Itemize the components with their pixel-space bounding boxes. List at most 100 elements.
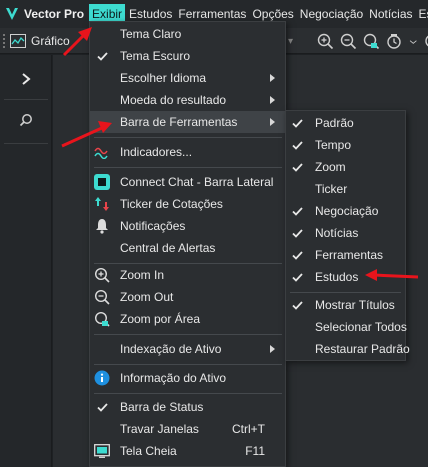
menu-item-informacao-ativo[interactable]: Informação do Ativo	[90, 367, 285, 389]
checkmark-icon	[90, 45, 114, 67]
checkmark-icon	[286, 244, 308, 266]
panel-divider	[4, 143, 48, 144]
barra-ferramentas-submenu: Padrão Tempo Zoom Ticker Negociação Notí…	[285, 110, 410, 361]
menu-item-travar-janelas[interactable]: Travar Janelas Ctrl+T	[90, 418, 285, 440]
menu-negociacao[interactable]: Negociação	[297, 4, 366, 24]
submenu-separator	[290, 292, 401, 293]
menu-item-label: Indexação de Ativo	[120, 342, 222, 356]
shortcut-label: F11	[245, 444, 265, 458]
submenu-item-label: Estudos	[315, 270, 359, 284]
submenu-arrow-icon	[270, 96, 275, 104]
menu-item-label: Barra de Ferramentas	[120, 115, 238, 129]
menu-separator	[94, 393, 282, 394]
menu-item-moeda-resultado[interactable]: Moeda do resultado	[90, 89, 285, 111]
app-name: Vector Pro	[24, 7, 85, 21]
menu-item-notificacoes[interactable]: Notificações	[90, 215, 285, 237]
exibir-dropdown-menu: Tema Claro Tema Escuro Escolher Idioma M…	[89, 21, 286, 467]
info-icon	[93, 369, 111, 387]
zoom-in-icon	[93, 266, 111, 284]
menu-item-central-alertas[interactable]: Central de Alertas	[90, 237, 285, 259]
menu-separator	[94, 167, 282, 168]
app-logo: Vector Pro	[0, 0, 88, 28]
menu-item-tema-claro[interactable]: Tema Claro	[90, 23, 285, 45]
menu-item-zoom-out[interactable]: Zoom Out	[90, 286, 285, 308]
menu-item-label: Zoom In	[120, 268, 165, 282]
submenu-item-negociacao[interactable]: Negociação	[286, 200, 405, 222]
submenu-arrow-icon	[270, 74, 275, 82]
menu-item-label: Zoom por Área	[120, 312, 201, 326]
submenu-item-label: Zoom	[315, 160, 346, 174]
menu-item-indicadores[interactable]: Indicadores...	[90, 141, 285, 163]
chevron-down-icon[interactable]	[409, 33, 418, 50]
checkmark-icon	[286, 200, 308, 222]
chevron-right-icon	[22, 73, 31, 85]
left-panel	[0, 55, 52, 467]
submenu-item-noticias[interactable]: Notícias	[286, 222, 405, 244]
submenu-item-zoom[interactable]: Zoom	[286, 156, 405, 178]
submenu-item-label: Restaurar Padrão	[315, 342, 410, 356]
submenu-item-ticker[interactable]: Ticker	[286, 178, 405, 200]
menu-item-zoom-area[interactable]: Zoom por Área	[90, 308, 285, 330]
submenu-arrow-icon	[270, 345, 275, 353]
submenu-item-label: Negociação	[315, 204, 379, 218]
menu-separator	[94, 137, 282, 138]
menu-item-label: Central de Alertas	[120, 241, 216, 255]
menu-item-label: Tela Cheia	[120, 444, 177, 458]
menu-item-label: Zoom Out	[120, 290, 174, 304]
menu-item-zoom-in[interactable]: Zoom In	[90, 264, 285, 286]
menu-item-tema-escuro[interactable]: Tema Escuro	[90, 45, 285, 67]
menu-separator	[94, 334, 282, 335]
menu-item-label: Connect Chat - Barra Lateral	[120, 175, 274, 189]
zoom-out-tool-icon[interactable]	[340, 33, 357, 50]
submenu-item-mostrar-titulos[interactable]: Mostrar Títulos	[286, 294, 405, 316]
submenu-item-tempo[interactable]: Tempo	[286, 134, 405, 156]
panel-search-button[interactable]	[0, 102, 52, 138]
toolbar-dropdown-icon[interactable]: ▾	[288, 36, 293, 47]
chart-icon	[10, 34, 26, 48]
menu-item-barra-status[interactable]: Barra de Status	[90, 396, 285, 418]
menu-separator	[94, 364, 282, 365]
menu-item-label: Travar Janelas	[120, 422, 199, 436]
submenu-item-restaurar-padrao[interactable]: Restaurar Padrão	[286, 338, 410, 360]
submenu-item-label: Ticker	[315, 182, 348, 196]
search-icon	[19, 114, 32, 127]
menu-item-label: Notificações	[120, 219, 186, 233]
zoom-area-tool-icon[interactable]	[363, 33, 380, 50]
grafico-button[interactable]: Gráfico	[10, 31, 70, 51]
checkmark-icon	[286, 134, 308, 156]
overflow-tool-icon[interactable]	[424, 33, 428, 50]
submenu-item-padrao[interactable]: Padrão	[286, 112, 405, 134]
submenu-item-label: Ferramentas	[315, 248, 384, 262]
expand-panel-button[interactable]	[0, 61, 52, 97]
checkmark-icon	[90, 396, 114, 418]
menu-item-escolher-idioma[interactable]: Escolher Idioma	[90, 67, 285, 89]
checkmark-icon	[286, 156, 308, 178]
menu-item-label: Barra de Status	[120, 400, 204, 414]
zoom-in-tool-icon[interactable]	[317, 33, 334, 50]
submenu-item-label: Tempo	[315, 138, 352, 152]
submenu-item-estudos[interactable]: Estudos	[286, 266, 405, 288]
checkmark-icon	[286, 222, 308, 244]
menu-item-label: Moeda do resultado	[120, 93, 227, 107]
menu-item-connect-chat[interactable]: Connect Chat - Barra Lateral	[90, 171, 285, 193]
menu-item-ticker-cotacoes[interactable]: Ticker de Cotações	[90, 193, 285, 215]
menu-item-barra-ferramentas[interactable]: Barra de Ferramentas	[90, 111, 285, 133]
grafico-label: Gráfico	[31, 34, 70, 48]
menu-item-label: Ticker de Cotações	[120, 197, 223, 211]
submenu-item-label: Padrão	[315, 116, 354, 130]
menu-item-label: Escolher Idioma	[120, 71, 207, 85]
zoom-area-icon	[93, 310, 111, 328]
menu-noticias[interactable]: Notícias	[366, 4, 415, 24]
checkmark-icon	[286, 266, 308, 288]
panel-divider	[4, 99, 48, 100]
toolbar-grip[interactable]	[3, 34, 5, 48]
checkmark-icon	[286, 112, 308, 134]
submenu-item-ferramentas[interactable]: Ferramentas	[286, 244, 405, 266]
submenu-item-selecionar-todos[interactable]: Selecionar Todos	[286, 316, 407, 338]
menu-item-indexacao-ativo[interactable]: Indexação de Ativo	[90, 338, 285, 360]
menu-estrategias[interactable]: Estra	[416, 4, 428, 24]
menu-item-label: Informação do Ativo	[120, 371, 227, 385]
checkmark-icon	[286, 294, 308, 316]
menu-item-tela-cheia[interactable]: Tela Cheia F11	[90, 440, 285, 462]
time-tool-icon[interactable]	[386, 33, 403, 50]
